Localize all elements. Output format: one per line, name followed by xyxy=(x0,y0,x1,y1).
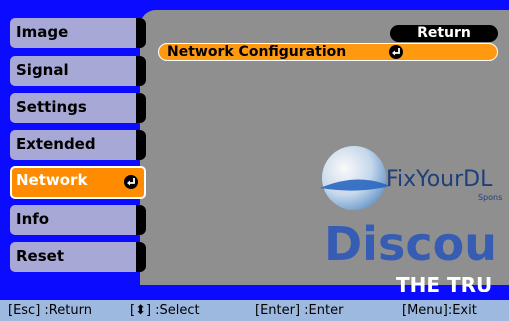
network-configuration-label: Network Configuration xyxy=(167,44,347,60)
sidebar-tab-connector xyxy=(136,18,146,48)
sidebar-item-label: Extended xyxy=(16,135,96,153)
esc-return-hint: [Esc] :Return xyxy=(8,303,92,318)
sidebar-item-label: Settings xyxy=(16,98,87,116)
sidebar-item-network[interactable]: Network xyxy=(10,166,146,199)
sidebar-item-reset[interactable]: Reset xyxy=(10,242,146,272)
sidebar-item-label: Network xyxy=(16,171,88,189)
sidebar-item-extended[interactable]: Extended xyxy=(10,130,146,160)
watermark-logo: FixYourDL Spons Discou THE TRU xyxy=(320,146,502,292)
sidebar-item-label: Info xyxy=(16,210,50,228)
menu-exit-hint: [Menu]:Exit xyxy=(402,303,477,318)
select-hint: [⬍] :Select xyxy=(130,303,200,318)
sidebar-item-image[interactable]: Image xyxy=(10,18,146,48)
sidebar-item-label: Image xyxy=(16,23,69,41)
enter-hint: [Enter] :Enter xyxy=(255,303,344,318)
return-button[interactable]: Return xyxy=(390,25,498,42)
sidebar-tab-connector xyxy=(136,242,146,272)
projector-menu-screen: Image Signal Settings Extended Network I… xyxy=(0,0,509,321)
sidebar-item-settings[interactable]: Settings xyxy=(10,93,146,123)
watermark-sub-text: Spons xyxy=(478,193,502,202)
enter-icon xyxy=(389,45,403,59)
sidebar-tab-connector xyxy=(136,56,146,86)
sidebar-item-label: Signal xyxy=(16,61,69,79)
network-configuration-item[interactable]: Network Configuration xyxy=(158,43,498,61)
sidebar-item-info[interactable]: Info xyxy=(10,205,146,235)
globe-icon xyxy=(322,146,386,210)
sidebar-item-signal[interactable]: Signal xyxy=(10,56,146,86)
watermark-brand-text: FixYourDL xyxy=(386,167,493,192)
sidebar-tab-connector xyxy=(136,205,146,235)
sidebar-tab-connector xyxy=(136,93,146,123)
watermark-large-text: Discou xyxy=(324,217,497,271)
status-bar: [Esc] :Return [⬍] :Select [Enter] :Enter… xyxy=(0,300,509,321)
watermark-bottom-text: THE TRU xyxy=(396,273,492,292)
sidebar-tab-connector xyxy=(136,130,146,160)
enter-icon xyxy=(124,175,138,189)
sidebar-item-label: Reset xyxy=(16,247,64,265)
